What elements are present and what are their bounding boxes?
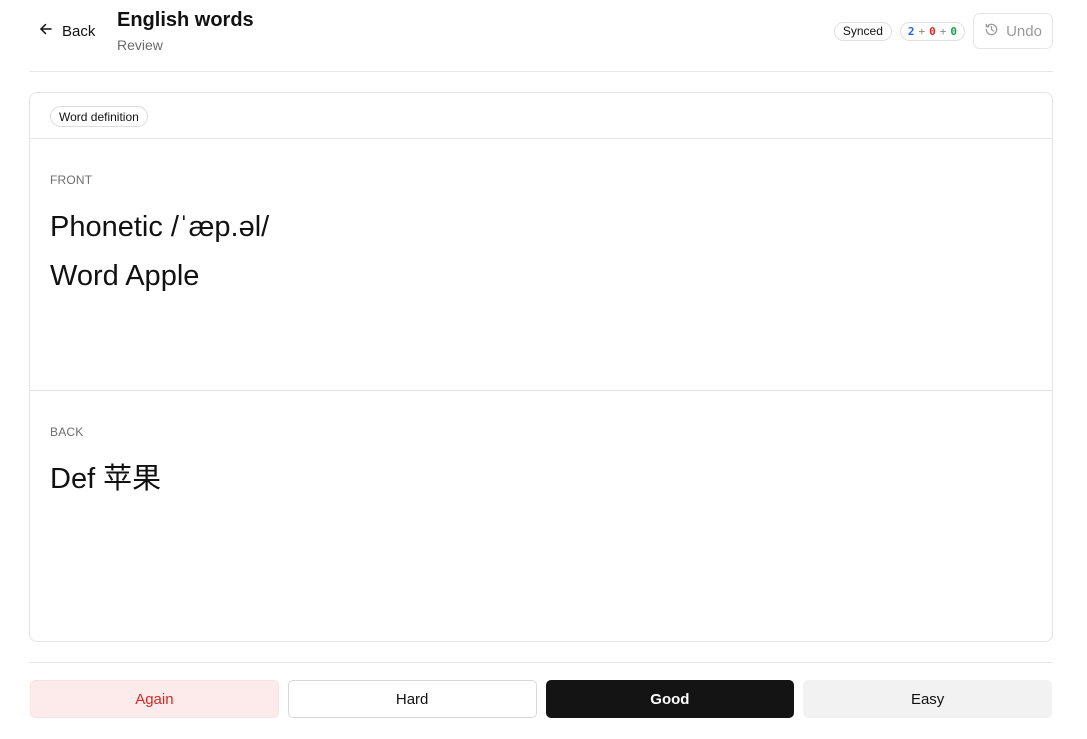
new-count: 2 (907, 24, 915, 38)
front-label: FRONT (50, 173, 93, 187)
card-back: BACK Def 苹果 (30, 391, 1052, 641)
undo-label: Undo (1006, 22, 1042, 40)
front-line: Phonetic /ˈæp.əl/ (50, 211, 270, 243)
flashcard: Word definition FRONT Phonetic /ˈæp.əl/ … (29, 92, 1053, 642)
card-toolbar: Word definition (30, 93, 1052, 139)
good-button[interactable]: Good (545, 680, 795, 718)
review-header: Back English words Review Synced 2 + 0 +… (30, 0, 1053, 72)
back-label: BACK (50, 425, 84, 439)
history-icon (984, 22, 999, 41)
back-line: Def 苹果 (50, 463, 162, 495)
learning-count: 0 (929, 24, 936, 38)
plus-separator: + (939, 24, 947, 38)
title-block: English words Review (117, 8, 254, 53)
hard-button[interactable]: Hard (287, 680, 537, 718)
back-content: Def 苹果 (50, 455, 161, 504)
footer-divider (29, 662, 1053, 663)
plus-separator: + (918, 24, 926, 38)
back-label: Back (62, 22, 96, 40)
header-tools: Synced 2 + 0 + 0 Undo (833, 13, 1053, 49)
again-button[interactable]: Again (30, 680, 279, 718)
back-button[interactable]: Back (38, 20, 95, 42)
arrow-left-icon (38, 21, 54, 41)
card-counts-badge: 2 + 0 + 0 (899, 21, 965, 41)
deck-title: English words (117, 9, 254, 31)
front-line: Word Apple (50, 260, 200, 292)
note-type-badge: Word definition (50, 106, 148, 127)
sync-status-badge: Synced (833, 21, 892, 41)
card-front: FRONT Phonetic /ˈæp.əl/ Word Apple (30, 139, 1052, 391)
front-content: Phonetic /ˈæp.əl/ Word Apple (50, 203, 269, 301)
easy-button[interactable]: Easy (803, 680, 1052, 718)
undo-button[interactable]: Undo (973, 13, 1053, 49)
page-subtitle: Review (117, 37, 163, 53)
review-count: 0 (950, 24, 957, 38)
rating-buttons: Again Hard Good Easy (30, 680, 1052, 718)
